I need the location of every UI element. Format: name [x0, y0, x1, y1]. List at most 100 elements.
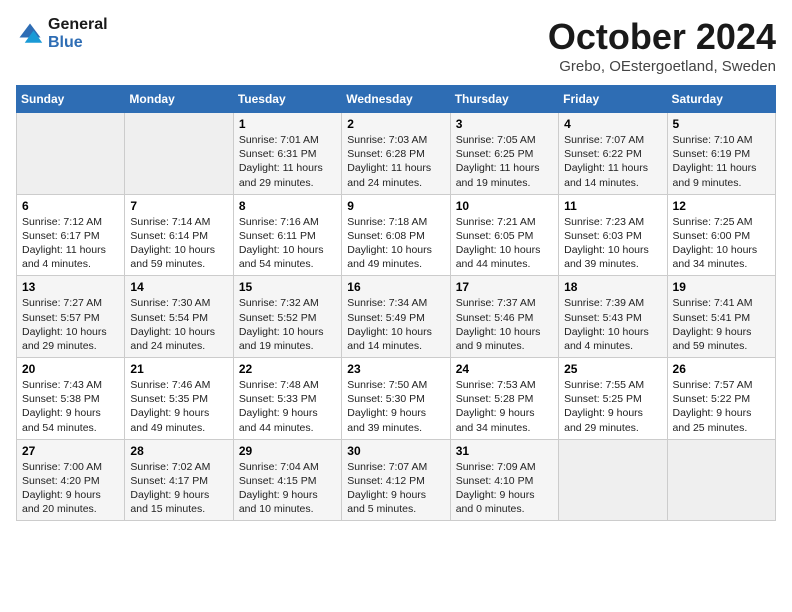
cell-info: Sunrise: 7:43 AMSunset: 5:38 PMDaylight:…	[22, 378, 119, 435]
day-number: 8	[239, 199, 336, 213]
cell-info: Sunrise: 7:30 AMSunset: 5:54 PMDaylight:…	[130, 296, 227, 353]
cell-info: Sunrise: 7:10 AMSunset: 6:19 PMDaylight:…	[673, 133, 770, 190]
calendar-cell: 24 Sunrise: 7:53 AMSunset: 5:28 PMDayligh…	[450, 358, 558, 440]
day-number: 11	[564, 199, 661, 213]
calendar-cell: 25Sunrise: 7:55 AMSunset: 5:25 PMDayligh…	[559, 358, 667, 440]
cell-info: Sunrise: 7:03 AMSunset: 6:28 PMDaylight:…	[347, 133, 444, 190]
calendar-week-row: 13 Sunrise: 7:27 AMSunset: 5:57 PMDayligh…	[17, 276, 776, 358]
calendar-cell: 18Sunrise: 7:39 AMSunset: 5:43 PMDayligh…	[559, 276, 667, 358]
calendar-week-row: 20 Sunrise: 7:43 AMSunset: 5:38 PMDayligh…	[17, 358, 776, 440]
cell-info: Sunrise: 7:34 AMSunset: 5:49 PMDaylight:…	[347, 296, 444, 353]
weekday-header-friday: Friday	[559, 86, 667, 113]
calendar-cell: 19 Sunrise: 7:41 AMSunset: 5:41 PMDayligh…	[667, 276, 775, 358]
location-title: Grebo, OEstergoetland, Sweden	[548, 58, 776, 75]
cell-info: Sunrise: 7:07 AMSunset: 6:22 PMDaylight:…	[564, 133, 661, 190]
day-number: 9	[347, 199, 444, 213]
logo-text: General Blue	[48, 16, 108, 51]
calendar-cell: 4 Sunrise: 7:07 AMSunset: 6:22 PMDaylight…	[559, 113, 667, 195]
day-number: 19	[673, 280, 770, 294]
weekday-header-thursday: Thursday	[450, 86, 558, 113]
calendar-cell: 29Sunrise: 7:04 AMSunset: 4:15 PMDayligh…	[233, 439, 341, 521]
cell-info: Sunrise: 7:57 AMSunset: 5:22 PMDaylight:…	[673, 378, 770, 435]
day-number: 25	[564, 362, 661, 376]
day-number: 5	[673, 117, 770, 131]
calendar-week-row: 1 Sunrise: 7:01 AMSunset: 6:31 PMDaylight…	[17, 113, 776, 195]
title-block: October 2024 Grebo, OEstergoetland, Swed…	[548, 16, 776, 75]
cell-info: Sunrise: 7:02 AMSunset: 4:17 PMDaylight:…	[130, 460, 227, 517]
day-number: 30	[347, 444, 444, 458]
day-number: 29	[239, 444, 336, 458]
calendar-cell: 30 Sunrise: 7:07 AMSunset: 4:12 PMDayligh…	[342, 439, 450, 521]
calendar-cell: 1 Sunrise: 7:01 AMSunset: 6:31 PMDaylight…	[233, 113, 341, 195]
day-number: 13	[22, 280, 119, 294]
calendar-cell: 3 Sunrise: 7:05 AMSunset: 6:25 PMDaylight…	[450, 113, 558, 195]
cell-info: Sunrise: 7:39 AMSunset: 5:43 PMDaylight:…	[564, 296, 661, 353]
weekday-header-sunday: Sunday	[17, 86, 125, 113]
day-number: 1	[239, 117, 336, 131]
weekday-header-monday: Monday	[125, 86, 233, 113]
cell-info: Sunrise: 7:48 AMSunset: 5:33 PMDaylight:…	[239, 378, 336, 435]
cell-info: Sunrise: 7:07 AMSunset: 4:12 PMDaylight:…	[347, 460, 444, 517]
day-number: 7	[130, 199, 227, 213]
calendar-cell: 10 Sunrise: 7:21 AMSunset: 6:05 PMDayligh…	[450, 194, 558, 276]
day-number: 2	[347, 117, 444, 131]
calendar-cell: 16 Sunrise: 7:34 AMSunset: 5:49 PMDayligh…	[342, 276, 450, 358]
calendar-cell: 7 Sunrise: 7:14 AMSunset: 6:14 PMDaylight…	[125, 194, 233, 276]
day-number: 23	[347, 362, 444, 376]
calendar-table: SundayMondayTuesdayWednesdayThursdayFrid…	[16, 85, 776, 521]
cell-info: Sunrise: 7:21 AMSunset: 6:05 PMDaylight:…	[456, 215, 553, 272]
calendar-week-row: 27Sunrise: 7:00 AMSunset: 4:20 PMDayligh…	[17, 439, 776, 521]
calendar-cell: 15Sunrise: 7:32 AMSunset: 5:52 PMDayligh…	[233, 276, 341, 358]
calendar-cell: 22Sunrise: 7:48 AMSunset: 5:33 PMDayligh…	[233, 358, 341, 440]
cell-info: Sunrise: 7:18 AMSunset: 6:08 PMDaylight:…	[347, 215, 444, 272]
calendar-cell: 20 Sunrise: 7:43 AMSunset: 5:38 PMDayligh…	[17, 358, 125, 440]
calendar-cell: 21Sunrise: 7:46 AMSunset: 5:35 PMDayligh…	[125, 358, 233, 440]
calendar-cell	[667, 439, 775, 521]
day-number: 15	[239, 280, 336, 294]
day-number: 4	[564, 117, 661, 131]
cell-info: Sunrise: 7:27 AMSunset: 5:57 PMDaylight:…	[22, 296, 119, 353]
cell-info: Sunrise: 7:50 AMSunset: 5:30 PMDaylight:…	[347, 378, 444, 435]
cell-info: Sunrise: 7:37 AMSunset: 5:46 PMDaylight:…	[456, 296, 553, 353]
cell-info: Sunrise: 7:23 AMSunset: 6:03 PMDaylight:…	[564, 215, 661, 272]
calendar-cell: 26 Sunrise: 7:57 AMSunset: 5:22 PMDayligh…	[667, 358, 775, 440]
cell-info: Sunrise: 7:41 AMSunset: 5:41 PMDaylight:…	[673, 296, 770, 353]
cell-info: Sunrise: 7:14 AMSunset: 6:14 PMDaylight:…	[130, 215, 227, 272]
day-number: 26	[673, 362, 770, 376]
day-number: 28	[130, 444, 227, 458]
cell-info: Sunrise: 7:12 AMSunset: 6:17 PMDaylight:…	[22, 215, 119, 272]
calendar-cell	[125, 113, 233, 195]
day-number: 17	[456, 280, 553, 294]
day-number: 20	[22, 362, 119, 376]
calendar-cell: 23 Sunrise: 7:50 AMSunset: 5:30 PMDayligh…	[342, 358, 450, 440]
day-number: 6	[22, 199, 119, 213]
logo: General Blue	[16, 16, 108, 51]
calendar-cell: 31Sunrise: 7:09 AMSunset: 4:10 PMDayligh…	[450, 439, 558, 521]
cell-info: Sunrise: 7:53 AMSunset: 5:28 PMDaylight:…	[456, 378, 553, 435]
page-header: General Blue October 2024 Grebo, OEsterg…	[16, 16, 776, 75]
cell-info: Sunrise: 7:01 AMSunset: 6:31 PMDaylight:…	[239, 133, 336, 190]
calendar-cell: 8 Sunrise: 7:16 AMSunset: 6:11 PMDaylight…	[233, 194, 341, 276]
calendar-cell: 27Sunrise: 7:00 AMSunset: 4:20 PMDayligh…	[17, 439, 125, 521]
cell-info: Sunrise: 7:25 AMSunset: 6:00 PMDaylight:…	[673, 215, 770, 272]
calendar-cell: 11 Sunrise: 7:23 AMSunset: 6:03 PMDayligh…	[559, 194, 667, 276]
day-number: 14	[130, 280, 227, 294]
cell-info: Sunrise: 7:05 AMSunset: 6:25 PMDaylight:…	[456, 133, 553, 190]
calendar-cell: 5 Sunrise: 7:10 AMSunset: 6:19 PMDaylight…	[667, 113, 775, 195]
day-number: 3	[456, 117, 553, 131]
weekday-header-row: SundayMondayTuesdayWednesdayThursdayFrid…	[17, 86, 776, 113]
cell-info: Sunrise: 7:46 AMSunset: 5:35 PMDaylight:…	[130, 378, 227, 435]
day-number: 31	[456, 444, 553, 458]
calendar-cell: 12 Sunrise: 7:25 AMSunset: 6:00 PMDayligh…	[667, 194, 775, 276]
weekday-header-wednesday: Wednesday	[342, 86, 450, 113]
logo-icon	[16, 20, 44, 48]
calendar-cell: 14 Sunrise: 7:30 AMSunset: 5:54 PMDayligh…	[125, 276, 233, 358]
day-number: 16	[347, 280, 444, 294]
cell-info: Sunrise: 7:16 AMSunset: 6:11 PMDaylight:…	[239, 215, 336, 272]
calendar-cell: 17 Sunrise: 7:37 AMSunset: 5:46 PMDayligh…	[450, 276, 558, 358]
calendar-cell	[559, 439, 667, 521]
day-number: 10	[456, 199, 553, 213]
calendar-cell: 13 Sunrise: 7:27 AMSunset: 5:57 PMDayligh…	[17, 276, 125, 358]
day-number: 24	[456, 362, 553, 376]
day-number: 12	[673, 199, 770, 213]
